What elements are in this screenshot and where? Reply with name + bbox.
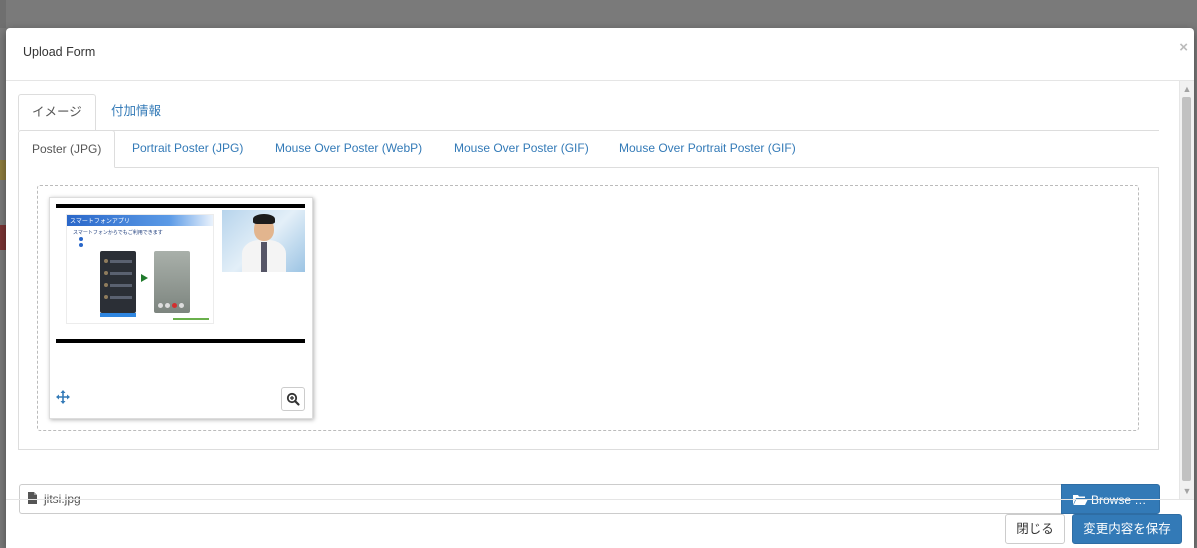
file-dropzone[interactable]: スマートフォンアプリ スマートフォンからでもご利用できます [37,185,1139,431]
tab-portrait-poster-jpg[interactable]: Portrait Poster (JPG) [119,130,256,166]
secondary-tabs: Poster (JPG) Portrait Poster (JPG) Mouse… [18,130,1159,168]
zoom-in-icon [286,392,300,406]
tab-poster-jpg[interactable]: Poster (JPG) [18,130,116,168]
preview-thumbnail: スマートフォンアプリ スマートフォンからでもご利用できます [49,197,313,419]
slide-bullet [79,243,83,247]
modal-header: Upload Form × [6,28,1194,81]
phone-row [110,260,132,263]
tab-mouse-over-portrait-poster-gif[interactable]: Mouse Over Portrait Poster (GIF) [606,130,809,166]
upload-modal: Upload Form × イメージ 付加情報 Poster (JPG) Por… [6,28,1194,548]
scroll-down-icon[interactable]: ▼ [1182,486,1192,496]
tab-image[interactable]: イメージ [18,94,96,131]
close-icon[interactable]: × [1179,39,1188,56]
modal-scrollbar[interactable]: ▲ ▼ [1179,81,1194,499]
phone-list-icon [104,295,108,299]
zoom-button[interactable] [281,387,305,411]
phone-list-icon [104,283,108,287]
phone-list-icon [104,271,108,275]
poster-image: スマートフォンアプリ スマートフォンからでもご利用できます [56,204,305,344]
person-hair [253,214,275,224]
phone-screen-call [154,251,190,313]
primary-tabs: イメージ 付加情報 [18,94,1159,131]
arrow-right-icon [141,274,148,282]
letterbox-top [56,204,305,208]
call-button [158,303,163,308]
phone-row [110,284,132,287]
move-icon[interactable] [56,390,70,404]
scroll-up-icon[interactable]: ▲ [1182,84,1192,94]
modal-title: Upload Form [23,45,96,59]
tab-mouse-over-poster-webp[interactable]: Mouse Over Poster (WebP) [262,130,435,166]
letterbox-bottom [56,339,305,343]
phone-list-icon [104,259,108,263]
slide-bullet [79,237,83,241]
slide-image: スマートフォンアプリ スマートフォンからでもご利用できます [66,214,214,324]
call-button [165,303,170,308]
phone-row [110,296,132,299]
webcam-image [222,210,305,272]
slide-header: スマートフォンアプリ [67,215,213,226]
save-changes-button[interactable]: 変更内容を保存 [1072,514,1182,544]
slide-title: スマートフォンアプリ [70,219,130,225]
person-tie [261,242,267,272]
modal-body: イメージ 付加情報 Poster (JPG) Portrait Poster (… [6,81,1181,514]
phone-screen-list [100,251,136,313]
call-button [179,303,184,308]
backdrop-strip [0,0,6,28]
tab-panel: スマートフォンアプリ スマートフォンからでもご利用できます [18,167,1159,450]
tab-additional-info[interactable]: 付加情報 [98,94,174,129]
phone-bottom-bar [100,313,136,317]
call-button [172,303,177,308]
scroll-thumb[interactable] [1182,97,1191,481]
phone-row [110,272,132,275]
close-button[interactable]: 閉じる [1005,514,1065,544]
tab-mouse-over-poster-gif[interactable]: Mouse Over Poster (GIF) [441,130,602,166]
slide-subtitle: スマートフォンからでもご利用できます [73,230,163,236]
slide-logo [173,318,209,320]
